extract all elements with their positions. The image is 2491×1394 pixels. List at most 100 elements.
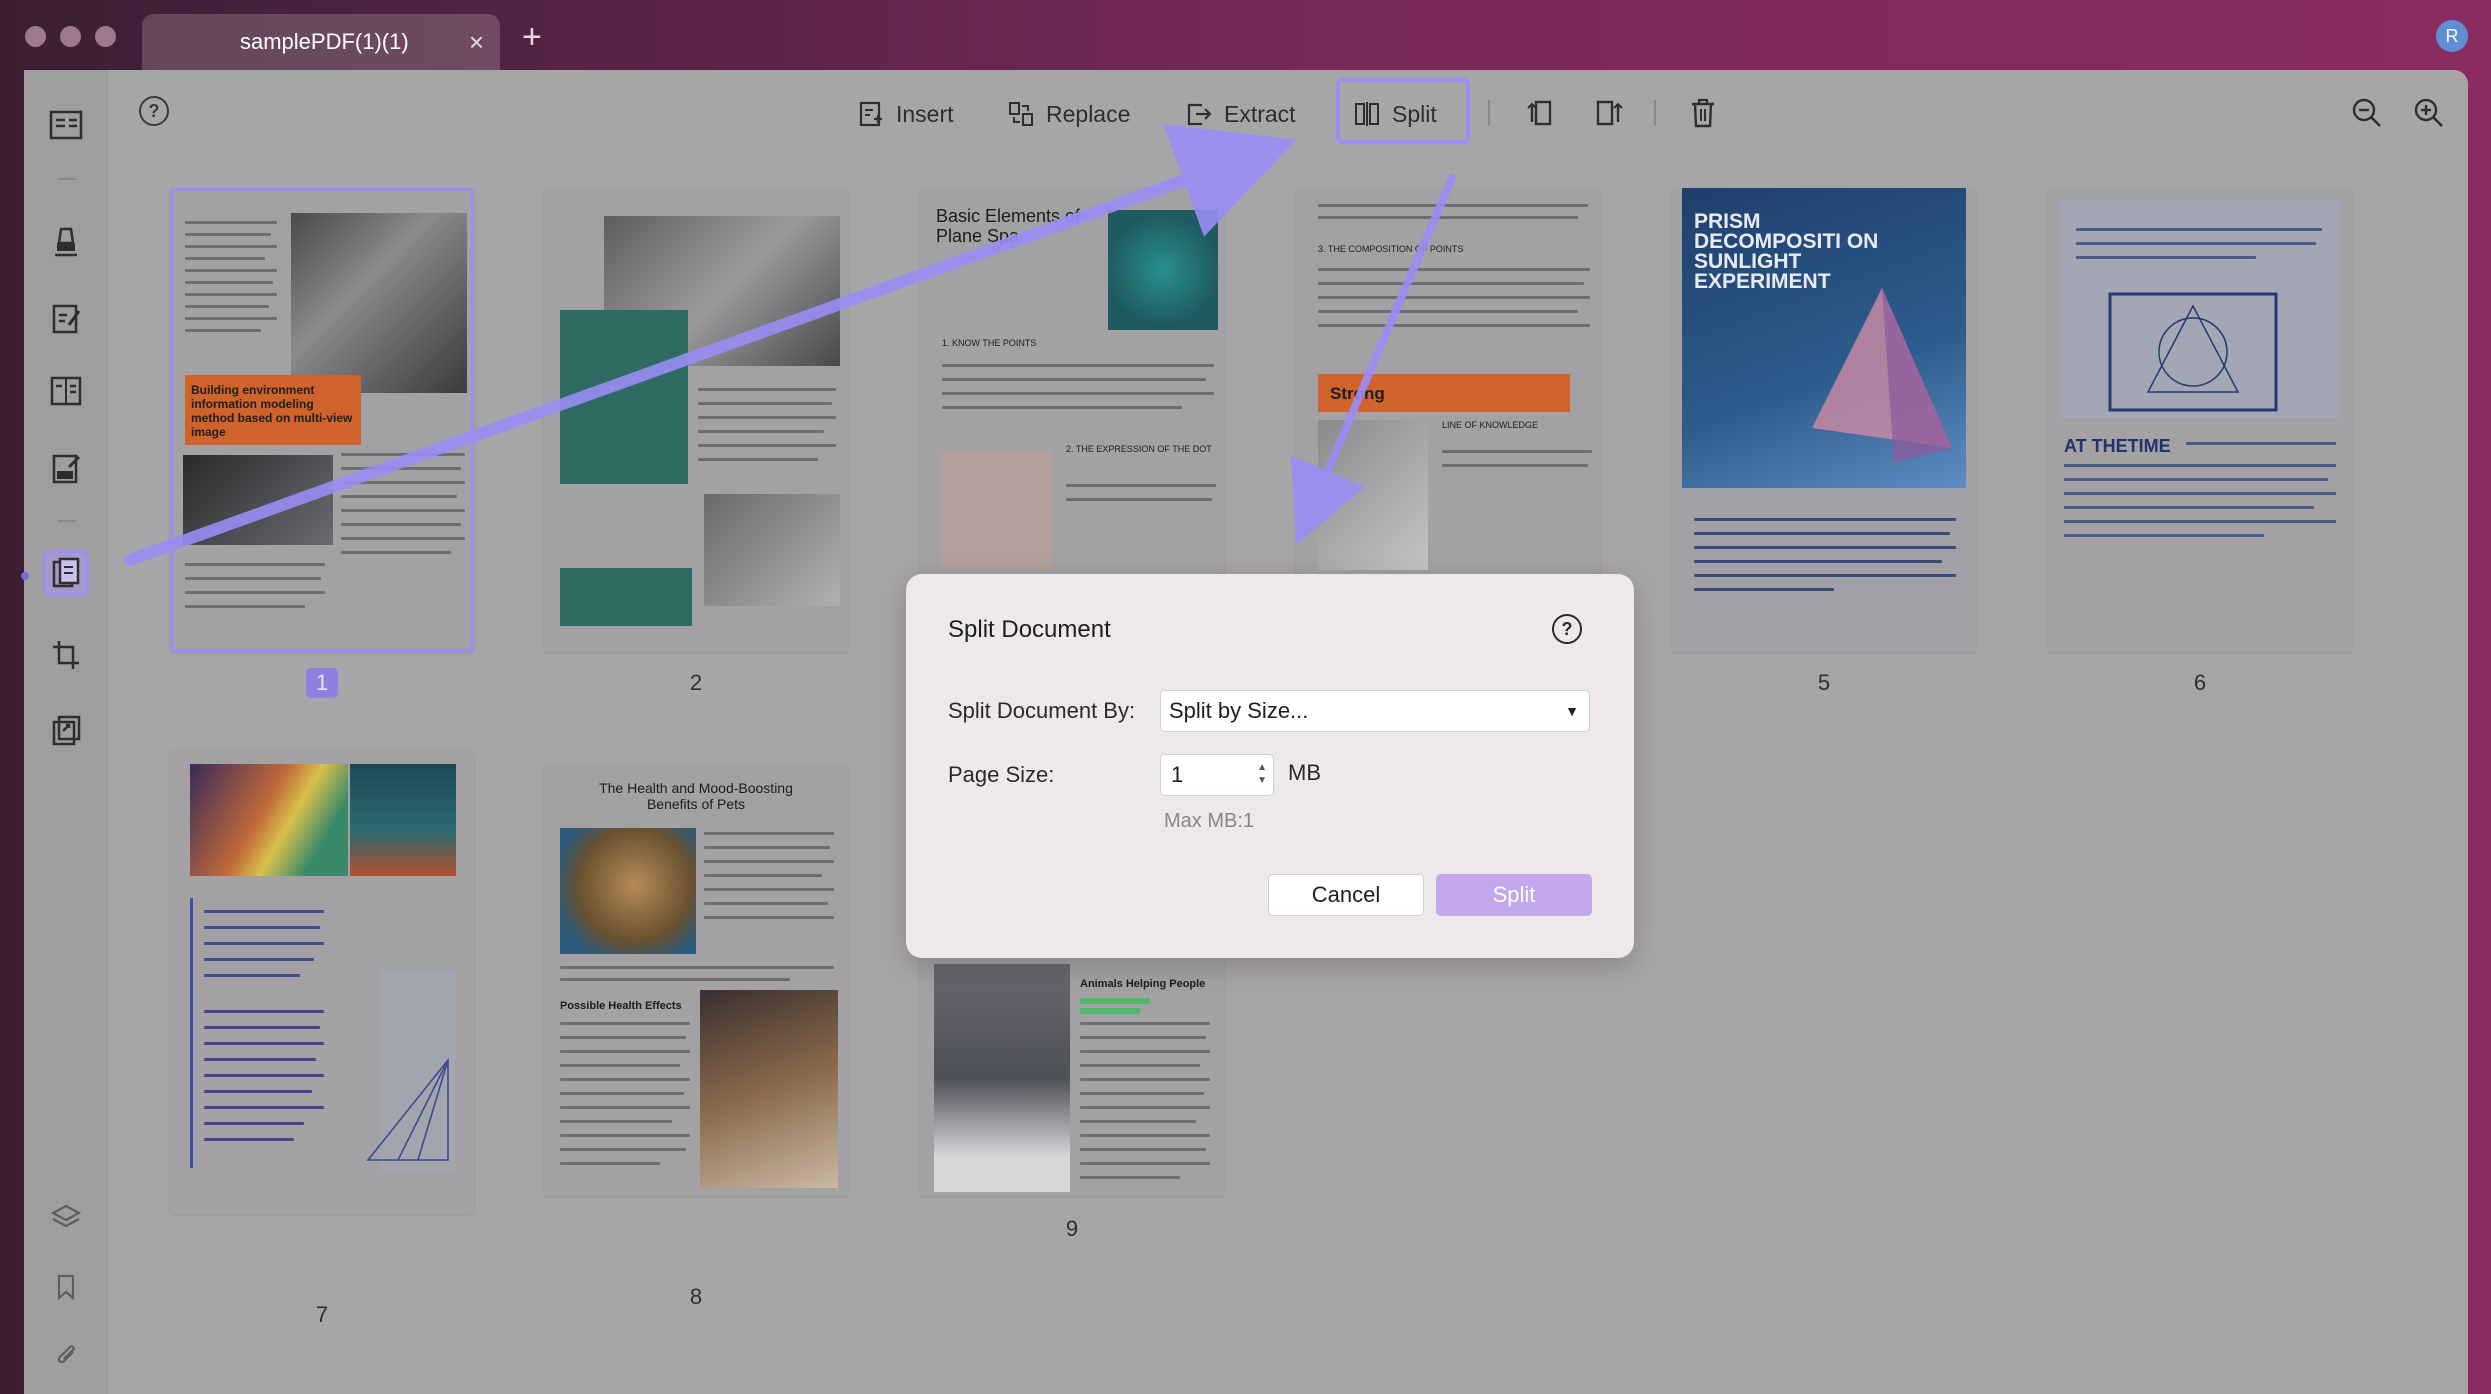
text-line xyxy=(341,509,465,512)
app-window: ? Insert Replace Extract Split Building … xyxy=(21,70,2468,1394)
text-line xyxy=(185,317,277,320)
crop-button[interactable] xyxy=(43,632,89,678)
text-line xyxy=(2064,520,2336,523)
layers-button[interactable] xyxy=(43,1194,89,1240)
stepper-arrows-icon[interactable]: ▲ ▼ xyxy=(1257,761,1267,787)
text-line xyxy=(942,406,1182,409)
section-heading: Possible Health Effects xyxy=(560,1000,682,1012)
help-button[interactable]: ? xyxy=(139,96,169,126)
reader-icon xyxy=(49,110,83,140)
text-line xyxy=(560,1022,690,1025)
text-line xyxy=(204,1010,324,1013)
cat-image xyxy=(560,828,696,954)
page-image xyxy=(1108,210,1218,330)
reader-mode-button[interactable] xyxy=(43,102,89,148)
page-thumbnail-3[interactable]: Basic Elements of Plane Spa 1. KNOW THE … xyxy=(920,188,1224,574)
text-line xyxy=(341,453,465,456)
page-heading: Basic Elements of Plane Spa xyxy=(936,206,1081,246)
new-tab-button[interactable]: + xyxy=(522,20,542,54)
minimize-window-button[interactable] xyxy=(60,26,81,47)
split-confirm-button[interactable]: Split xyxy=(1436,874,1592,916)
replace-page-icon xyxy=(1009,102,1033,126)
user-avatar[interactable]: R xyxy=(2436,20,2468,52)
page-image xyxy=(350,764,456,876)
tools-button[interactable] xyxy=(43,708,89,754)
text-line xyxy=(1080,1148,1206,1151)
text-line xyxy=(560,1050,690,1053)
page-number-8: 8 xyxy=(689,1284,703,1309)
page-thumbnail-4[interactable]: 3. THE COMPOSITION OF POINTS Strong LINE… xyxy=(1296,188,1600,574)
teal-block xyxy=(560,310,688,484)
split-button[interactable]: Split xyxy=(1354,92,1437,136)
title-bar: samplePDF(1)(1) × + R xyxy=(0,0,2491,70)
edit-mode-button[interactable] xyxy=(43,296,89,342)
text-line xyxy=(1080,1064,1200,1067)
page-image xyxy=(704,494,840,606)
zoom-in-icon[interactable] xyxy=(2412,96,2446,130)
text-line xyxy=(698,416,836,419)
page-thumbnail-7[interactable] xyxy=(170,750,474,1214)
split-page-icon xyxy=(1355,102,1379,126)
text-line xyxy=(2076,256,2256,259)
page-size-label: Page Size: xyxy=(948,762,1055,787)
rotate-left-icon[interactable] xyxy=(1524,96,1558,130)
split-by-dropdown[interactable]: Split by Size... ▼ xyxy=(1160,690,1590,732)
text-line xyxy=(341,551,451,554)
cancel-button[interactable]: Cancel xyxy=(1268,874,1424,916)
section-heading: 2. THE EXPRESSION OF THE DOT xyxy=(1066,444,1212,454)
dialog-help-icon[interactable]: ? xyxy=(1552,614,1582,644)
text-line xyxy=(560,1064,680,1067)
text-line xyxy=(204,926,320,929)
extract-button[interactable]: Extract xyxy=(1186,92,1296,136)
page-thumbnail-5[interactable]: PRISM DECOMPOSITI ON SUNLIGHT EXPERIMENT xyxy=(1672,188,1976,652)
teal-block xyxy=(560,568,692,626)
organize-pages-button[interactable] xyxy=(43,550,89,596)
text-line xyxy=(1080,1050,1210,1053)
text-line xyxy=(204,1106,324,1109)
replace-button[interactable]: Replace xyxy=(1008,92,1130,136)
form-mode-button[interactable] xyxy=(43,368,89,414)
tab-close-icon[interactable]: × xyxy=(469,14,484,70)
bookmark-button[interactable] xyxy=(43,1264,89,1310)
highlighted-text xyxy=(1080,998,1150,1004)
bookmark-icon xyxy=(57,1274,75,1301)
text-line xyxy=(2064,464,2336,467)
insert-button[interactable]: Insert xyxy=(858,92,954,136)
zoom-out-icon[interactable] xyxy=(2350,96,2384,130)
page-thumbnail-1[interactable]: Building environment information modelin… xyxy=(170,188,474,652)
comment-mode-button[interactable] xyxy=(43,218,89,264)
highlighted-text xyxy=(1080,1008,1140,1014)
rotate-right-icon[interactable] xyxy=(1592,96,1626,130)
band-text: Strong xyxy=(1330,384,1385,403)
page-heading: The Health and Mood-Boosting Benefits of… xyxy=(599,780,793,812)
text-line xyxy=(698,402,832,405)
text-line xyxy=(1318,216,1578,219)
close-window-button[interactable] xyxy=(25,26,46,47)
text-line xyxy=(560,1134,690,1137)
page-thumbnail-8[interactable]: The Health and Mood-Boosting Benefits of… xyxy=(544,766,848,1196)
sign-mode-button[interactable] xyxy=(43,446,89,492)
page-size-stepper[interactable]: 1 ▲ ▼ xyxy=(1160,754,1274,796)
crop-icon xyxy=(53,641,79,669)
page-image xyxy=(291,213,467,393)
text-line xyxy=(341,523,461,526)
text-line xyxy=(1080,1078,1210,1081)
text-line xyxy=(560,966,834,969)
attachment-button[interactable] xyxy=(43,1332,89,1378)
max-size-note: Max MB:1 xyxy=(1164,810,1255,832)
zoom-window-button[interactable] xyxy=(95,26,116,47)
page-thumbnail-6[interactable]: AT THETIME xyxy=(2048,188,2352,652)
text-line xyxy=(704,860,834,863)
split-by-value: Split by Size... xyxy=(1169,698,1309,723)
text-line xyxy=(2064,478,2328,481)
delete-icon[interactable] xyxy=(1686,96,1720,130)
document-tab[interactable]: samplePDF(1)(1) × xyxy=(142,14,500,70)
page-thumbnail-2[interactable] xyxy=(544,188,848,652)
text-line xyxy=(341,537,465,540)
text-line xyxy=(1442,450,1592,453)
extract-page-icon xyxy=(1187,103,1212,126)
section-heading: Animals Helping People xyxy=(1080,978,1206,990)
section-heading: 3. THE COMPOSITION OF POINTS xyxy=(1318,244,1464,254)
split-document-dialog: Split Document ? Split Document By: Spli… xyxy=(906,574,1634,958)
text-line xyxy=(204,1122,304,1125)
